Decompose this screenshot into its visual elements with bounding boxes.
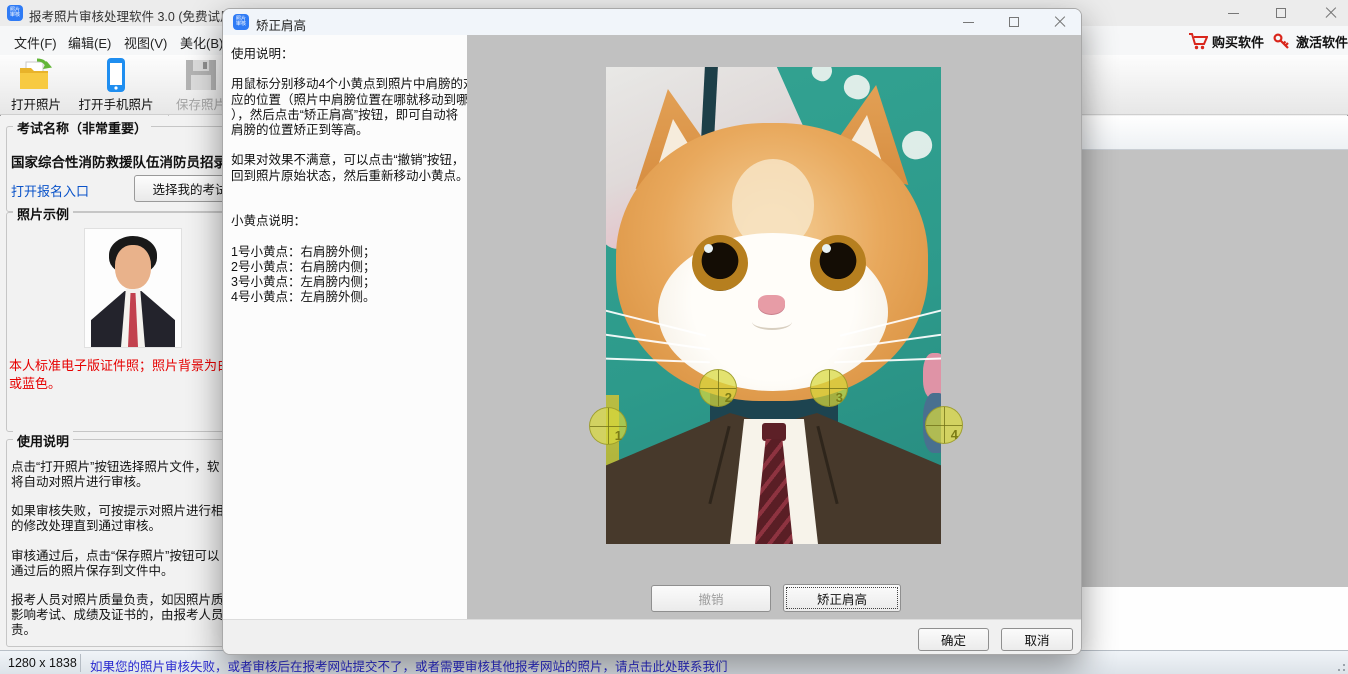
usage-groupbox: 使用说明 点击“打开照片”按钮选择照片文件，软 将自动对照片进行审核。 如果审核… xyxy=(6,439,222,647)
minimize-icon xyxy=(1228,13,1239,14)
close-icon xyxy=(1054,16,1066,28)
open-signup-link[interactable]: 打开报名入口 xyxy=(11,181,89,200)
activate-software-button[interactable]: 激活软件 xyxy=(1272,30,1348,52)
correct-shoulder-button[interactable]: 矫正肩高 xyxy=(783,584,901,612)
activate-software-label: 激活软件 xyxy=(1296,32,1348,51)
dot-crosshair xyxy=(608,408,609,444)
usage-instructions-text: 点击“打开照片”按钮选择照片文件，软 将自动对照片进行审核。 如果审核失败，可按… xyxy=(11,460,222,638)
open-photo-label: 打开照片 xyxy=(11,94,61,113)
maximize-icon xyxy=(1276,8,1286,18)
cat-left-eye xyxy=(692,235,748,291)
dialog-title: 矫正肩高 xyxy=(256,15,306,34)
dot-crosshair xyxy=(718,370,719,406)
left-panel: 考试名称（非常重要） 国家综合性消防救援队伍消防员招录 打开报名入口 选择我的考… xyxy=(0,116,222,650)
undo-button[interactable]: 撤销 xyxy=(651,585,771,612)
dialog-minimize-button[interactable] xyxy=(945,9,991,35)
shoulder-dot-2[interactable]: 2 xyxy=(699,369,737,407)
main-close-button[interactable] xyxy=(1308,0,1348,26)
main-window-title: 报考照片审核处理软件 3.0 (免费试用 xyxy=(29,6,233,25)
shoulder-dot-1[interactable]: 1 xyxy=(589,407,627,445)
dialog-close-button[interactable] xyxy=(1037,9,1082,35)
exam-name-text: 国家综合性消防救援队伍消防员招录 xyxy=(11,151,222,171)
cat-right-eye xyxy=(810,235,866,291)
photo-heart-shape xyxy=(899,128,935,162)
sample-man-face xyxy=(115,245,151,289)
shoulder-dot-4[interactable]: 4 xyxy=(925,406,963,444)
sample-group-title: 照片示例 xyxy=(13,204,73,223)
menu-file[interactable]: 文件(F) xyxy=(8,31,63,51)
main-maximize-button[interactable] xyxy=(1258,0,1304,26)
dot-number: 4 xyxy=(951,427,958,442)
maximize-icon xyxy=(1009,17,1019,27)
phone-icon xyxy=(97,57,135,93)
dialog-footer: 确定 取消 xyxy=(223,619,1081,655)
open-phone-photo-label: 打开手机照片 xyxy=(78,94,153,113)
dot-crosshair xyxy=(829,370,830,406)
dot-crosshair xyxy=(944,407,945,443)
usage-group-title: 使用说明 xyxy=(13,431,73,450)
close-icon xyxy=(1325,7,1337,19)
open-folder-icon xyxy=(17,57,55,93)
buy-software-button[interactable]: 购买软件 xyxy=(1188,30,1264,52)
app-window: 照片 审核 报考照片审核处理软件 3.0 (免费试用 文件(F) 编辑(E) 视… xyxy=(0,0,1348,674)
menu-view[interactable]: 视图(V) xyxy=(118,31,173,51)
resize-grip[interactable] xyxy=(1335,661,1345,671)
cat-mouth xyxy=(752,314,792,330)
choose-exam-button[interactable]: 选择我的考试 xyxy=(134,175,222,202)
dot-number: 2 xyxy=(725,390,732,405)
sample-groupbox: 照片示例 本人标准电子版证件照；照片背景为白 或蓝色。 xyxy=(6,212,222,432)
dot-number: 3 xyxy=(836,390,843,405)
dialog-instructions-text: 使用说明： 用鼠标分别移动4个小黄点到照片中肩膀的对 应的位置（照片中肩膀位置在… xyxy=(231,47,467,305)
exam-group-title: 考试名称（非常重要） xyxy=(13,118,151,137)
photo-heart-shape xyxy=(808,67,835,85)
main-minimize-button[interactable] xyxy=(1210,0,1256,26)
dot-number: 1 xyxy=(615,428,622,443)
contact-us-link[interactable]: 如果您的照片审核失败，或者审核后在报考网站提交不了，或者需要审核其他报考网站的照… xyxy=(90,656,728,674)
status-separator xyxy=(80,654,81,672)
menu-edit[interactable]: 编辑(E) xyxy=(62,31,117,51)
photo-warning-text: 本人标准电子版证件照；照片背景为白 或蓝色。 xyxy=(9,357,222,393)
exam-groupbox: 考试名称（非常重要） 国家综合性消防救援队伍消防员招录 打开报名入口 选择我的考… xyxy=(6,126,222,212)
app-logo-text-2: 审核 xyxy=(10,13,20,19)
buy-software-label: 购买软件 xyxy=(1212,32,1264,51)
ok-button[interactable]: 确定 xyxy=(918,628,989,651)
dialog-instructions-panel: 使用说明： 用鼠标分别移动4个小黄点到照片中肩膀的对 应的位置（照片中肩膀位置在… xyxy=(223,35,467,619)
tie-knot xyxy=(762,423,786,441)
cat-nose xyxy=(758,295,785,314)
cancel-button[interactable]: 取消 xyxy=(1001,628,1073,651)
save-photo-label: 保存照片 xyxy=(176,94,226,113)
open-phone-photo-button[interactable]: 打开手机照片 xyxy=(70,57,162,113)
dialog-canvas: 1 2 3 4 撤销 矫正肩高 xyxy=(467,35,1082,619)
save-floppy-icon xyxy=(182,57,220,93)
shoulder-dot-3[interactable]: 3 xyxy=(810,369,848,407)
app-logo-icon: 照片 审核 xyxy=(7,5,23,21)
edited-photo xyxy=(606,67,941,544)
cart-icon xyxy=(1188,31,1208,51)
open-photo-button[interactable]: 打开照片 xyxy=(6,57,66,113)
correct-shoulder-dialog: 照片 审核 矫正肩高 使用说明： 用鼠标分别移动4个小黄点到照片中肩膀的对 应的… xyxy=(222,8,1082,655)
sample-id-photo xyxy=(85,229,181,347)
minimize-icon xyxy=(963,22,974,23)
key-icon xyxy=(1272,31,1292,51)
dialog-logo-icon: 照片 审核 xyxy=(233,14,249,30)
dialog-maximize-button[interactable] xyxy=(991,9,1037,35)
image-dimensions-text: 1280 x 1838 xyxy=(8,656,77,670)
dialog-logo-text-2: 审核 xyxy=(236,22,246,28)
dialog-titlebar: 照片 审核 矫正肩高 xyxy=(223,9,1081,35)
